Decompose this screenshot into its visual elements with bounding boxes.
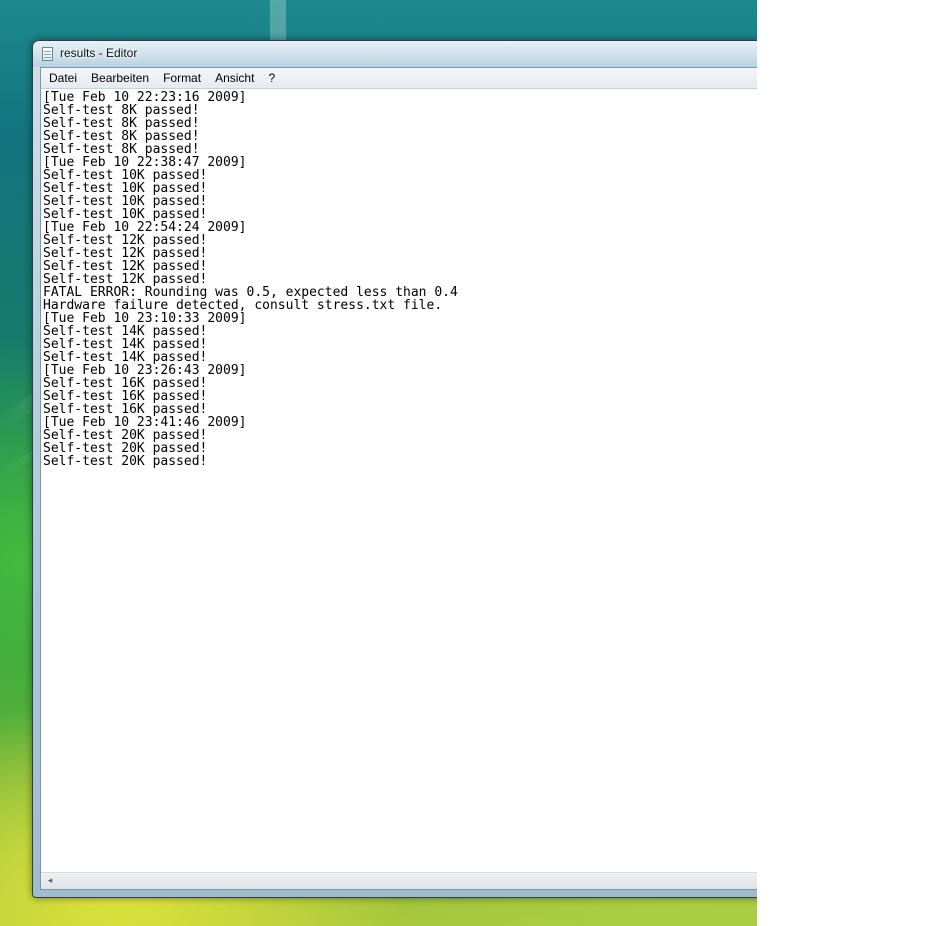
window-client-area: Datei Bearbeiten Format Ansicht ? [Tue F… [40,67,757,890]
editor-text[interactable]: [Tue Feb 10 22:23:16 2009] Self-test 8K … [41,89,757,468]
menu-ansicht[interactable]: Ansicht [208,69,261,87]
scroll-left-arrow-icon[interactable]: ◂ [44,873,56,889]
horizontal-scrollbar[interactable]: ◂ [41,872,757,889]
window-title: results - Editor [60,46,138,60]
menu-help[interactable]: ? [261,69,282,87]
menu-bar: Datei Bearbeiten Format Ansicht ? [41,68,757,89]
title-bar[interactable]: results - Editor [33,41,757,67]
notepad-icon[interactable] [42,47,53,61]
notepad-window: results - Editor Datei Bearbeiten Format… [32,40,757,898]
desktop-background: results - Editor Datei Bearbeiten Format… [0,0,757,926]
text-editor-area[interactable]: [Tue Feb 10 22:23:16 2009] Self-test 8K … [41,89,757,873]
menu-format[interactable]: Format [156,69,208,87]
menu-bearbeiten[interactable]: Bearbeiten [84,69,156,87]
menu-datei[interactable]: Datei [42,69,84,87]
